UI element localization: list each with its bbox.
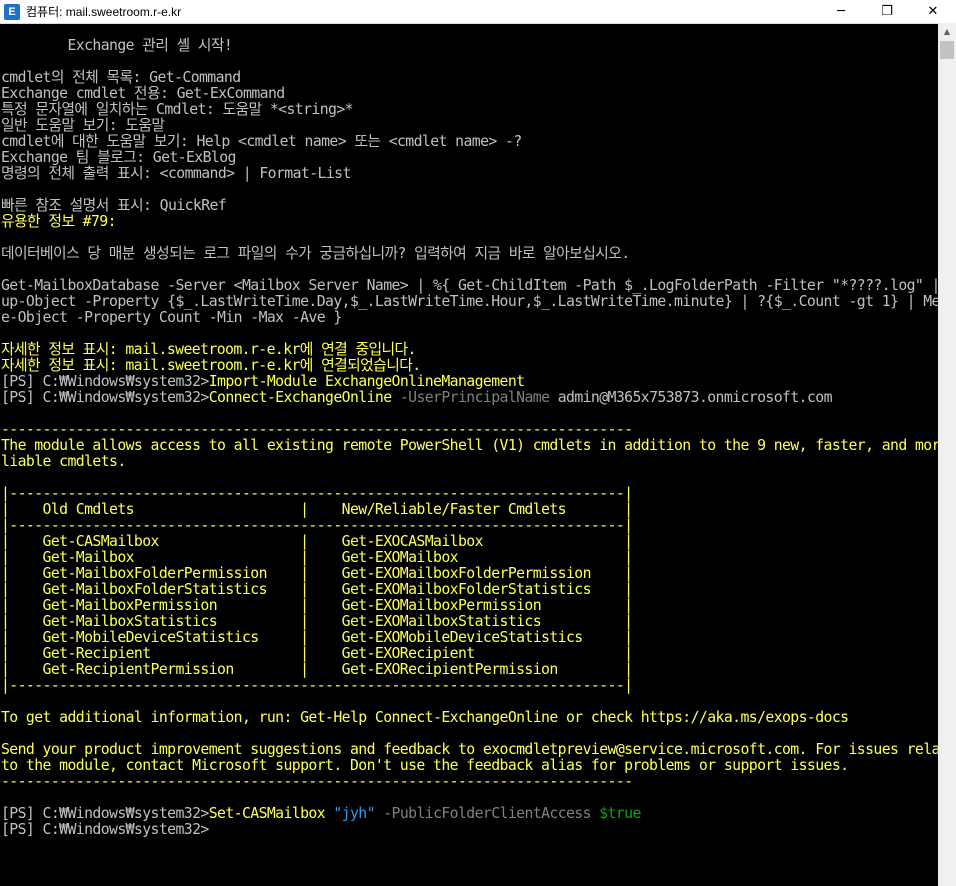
table-row: | Get-MailboxFolderStatistics | Get-EXOM… bbox=[1, 581, 633, 598]
verbose-line: 자세한 정보 표시: mail.sweetroom.r-e.kr에 연결되었습니… bbox=[1, 357, 421, 374]
welcome-line: Exchange 관리 셸 시작! bbox=[1, 37, 233, 54]
command-name: Connect-ExchangeOnline bbox=[208, 389, 392, 406]
table-row: | Get-MailboxPermission | Get-EXOMailbox… bbox=[1, 597, 633, 614]
table-border: |---------------------------------------… bbox=[1, 677, 633, 694]
close-button[interactable]: ✕ bbox=[910, 0, 956, 23]
table-row: | Get-MailboxStatistics | Get-EXOMailbox… bbox=[1, 613, 633, 630]
table-row: | Get-Recipient | Get-EXORecipient | bbox=[1, 645, 633, 662]
verbose-line: 자세한 정보 표시: mail.sweetroom.r-e.kr에 연결 중입니… bbox=[1, 341, 416, 358]
module-info-line: liable cmdlets. bbox=[1, 453, 126, 470]
command-value: admin@M365x753873.onmicrosoft.com bbox=[549, 389, 833, 406]
table-row: | Get-MailboxFolderPermission | Get-EXOM… bbox=[1, 565, 633, 582]
feedback-line: to the module, contact Microsoft support… bbox=[1, 757, 849, 774]
exchange-shell-icon: E bbox=[4, 3, 20, 20]
separator-line: ----------------------------------------… bbox=[1, 421, 633, 438]
help-line: Exchange cmdlet 전용: Get-ExCommand bbox=[1, 85, 285, 102]
prompt: [PS] C:₩Windows₩system32> bbox=[1, 389, 209, 406]
table-row: | Get-RecipientPermission | Get-EXORecip… bbox=[1, 661, 633, 678]
command-value: $true bbox=[590, 805, 641, 822]
tip-command-line: e-Object -Property Count -Min -Max -Ave … bbox=[1, 309, 342, 326]
separator-line: ----------------------------------------… bbox=[1, 773, 633, 790]
tip-command-line: up-Object -Property {$_.LastWriteTime.Da… bbox=[1, 293, 938, 310]
window-controls: ─ ❐ ✕ bbox=[818, 0, 956, 23]
tip-command-line: Get-MailboxDatabase -Server <Mailbox Ser… bbox=[1, 277, 938, 294]
command-name: Set-CASMailbox bbox=[208, 805, 326, 822]
vertical-scrollbar[interactable]: ▲ bbox=[938, 23, 956, 886]
console-output[interactable]: Exchange 관리 셸 시작! cmdlet의 전체 목록: Get-Com… bbox=[0, 23, 938, 886]
command-argument: "jyh" bbox=[325, 805, 375, 822]
title-bar[interactable]: E 컴퓨터: mail.sweetroom.r-e.kr ─ ❐ ✕ bbox=[0, 0, 956, 24]
command-name: Import-Module ExchangeOnlineManagement bbox=[208, 373, 525, 390]
scroll-up-arrow-icon[interactable]: ▲ bbox=[938, 23, 956, 40]
table-border: |---------------------------------------… bbox=[1, 485, 633, 502]
help-line: 특정 문자열에 일치하는 Cmdlet: 도움말 *<string>* bbox=[1, 101, 354, 118]
help-line: 명령의 전체 출력 표시: <command> | Format-List bbox=[1, 165, 351, 182]
module-info-line: The module allows access to all existing… bbox=[1, 437, 938, 454]
help-line: Exchange 팀 블로그: Get-ExBlog bbox=[1, 149, 236, 166]
table-row: | Get-Mailbox | Get-EXOMailbox | bbox=[1, 549, 633, 566]
prompt: [PS] C:₩Windows₩system32> bbox=[1, 821, 209, 838]
current-prompt[interactable]: [PS] C:₩Windows₩system32> bbox=[1, 822, 209, 838]
command-line-connect: [PS] C:₩Windows₩system32>Connect-Exchang… bbox=[1, 390, 832, 406]
window-title: 컴퓨터: mail.sweetroom.r-e.kr bbox=[26, 5, 182, 19]
tip-title: 유용한 정보 #79: bbox=[1, 213, 117, 230]
help-line: cmdlet에 대한 도움말 보기: Help <cmdlet name> 또는… bbox=[1, 133, 522, 150]
tip-description: 데이터베이스 당 매분 생성되는 로그 파일의 수가 궁금하십니까? 입력하여 … bbox=[1, 245, 630, 262]
maximize-button[interactable]: ❐ bbox=[864, 0, 910, 23]
table-border: |---------------------------------------… bbox=[1, 517, 633, 534]
additional-info-line: To get additional information, run: Get-… bbox=[1, 709, 849, 726]
prompt: [PS] C:₩Windows₩system32> bbox=[1, 805, 209, 822]
command-parameter: -PublicFolderClientAccess bbox=[374, 805, 591, 822]
command-line-set-casmailbox: [PS] C:₩Windows₩system32>Set-CASMailbox … bbox=[1, 806, 641, 822]
help-line: 일반 도움말 보기: 도움말 bbox=[1, 117, 165, 134]
table-row: | Get-CASMailbox | Get-EXOCASMailbox | bbox=[1, 533, 633, 550]
feedback-line: Send your product improvement suggestion… bbox=[1, 741, 938, 758]
table-header: | Old Cmdlets | New/Reliable/Faster Cmdl… bbox=[1, 501, 633, 518]
help-line: cmdlet의 전체 목록: Get-Command bbox=[1, 69, 241, 86]
table-row: | Get-MobileDeviceStatistics | Get-EXOMo… bbox=[1, 629, 633, 646]
scrollbar-thumb[interactable] bbox=[940, 41, 954, 59]
command-parameter: -UserPrincipalName bbox=[391, 389, 550, 406]
quickref-line: 빠른 참조 설명서 표시: QuickRef bbox=[1, 197, 227, 214]
prompt: [PS] C:₩Windows₩system32> bbox=[1, 373, 209, 390]
command-line-import: [PS] C:₩Windows₩system32>Import-Module E… bbox=[1, 373, 525, 390]
minimize-button[interactable]: ─ bbox=[818, 0, 864, 23]
